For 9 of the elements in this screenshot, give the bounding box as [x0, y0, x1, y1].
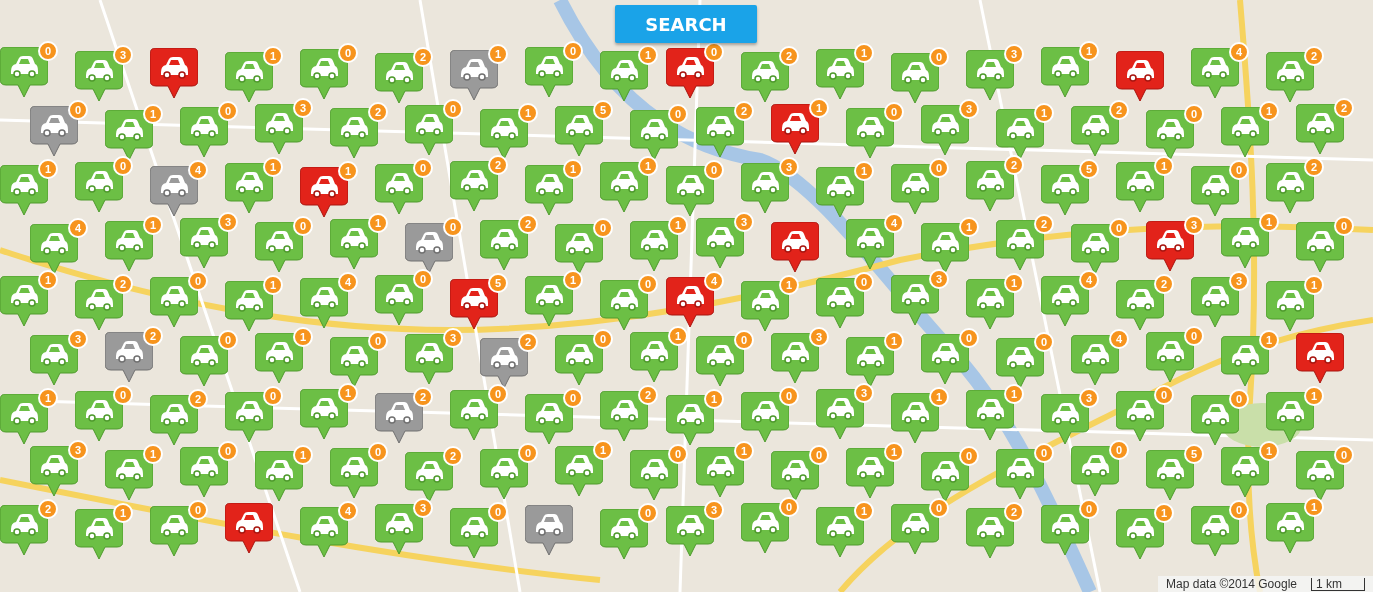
car-marker[interactable]: [525, 505, 573, 555]
car-marker[interactable]: [1116, 51, 1164, 101]
car-marker[interactable]: [150, 48, 198, 98]
car-marker[interactable]: [225, 503, 273, 553]
map-attribution: Map data ©2014 Google: [1166, 577, 1297, 591]
scale-bar: 1 km: [1311, 577, 1365, 591]
car-marker[interactable]: [771, 222, 819, 272]
car-marker[interactable]: [1296, 333, 1344, 383]
search-button[interactable]: SEARCH: [615, 5, 757, 43]
